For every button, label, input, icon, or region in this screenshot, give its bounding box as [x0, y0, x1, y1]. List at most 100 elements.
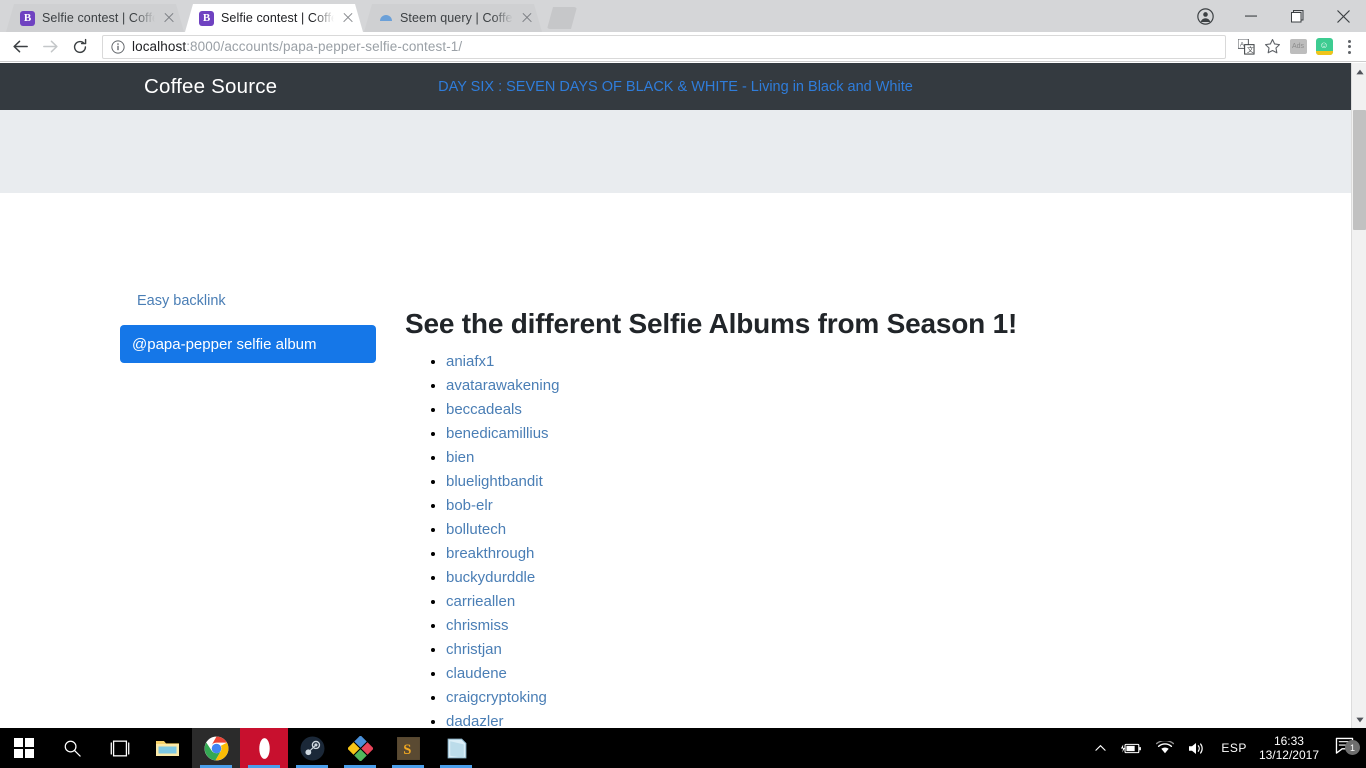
close-tab-icon[interactable] [162, 11, 176, 25]
album-link[interactable]: beccadeals [446, 401, 522, 418]
album-link[interactable]: chrismiss [446, 617, 509, 634]
browser-window: B Selfie contest | Coffee So B Selfie co… [0, 0, 1366, 728]
steam-icon [300, 736, 324, 760]
windows-logo-icon [14, 738, 34, 758]
clock[interactable]: 16:33 13/12/2017 [1255, 734, 1329, 762]
wifi-icon[interactable] [1149, 741, 1181, 755]
scroll-down-icon[interactable] [1352, 711, 1366, 728]
profile-icon[interactable] [1182, 0, 1228, 32]
language-indicator[interactable]: ESP [1213, 741, 1255, 755]
loading-spinner-icon [378, 11, 393, 26]
album-link[interactable]: aniafx1 [446, 353, 494, 370]
easy-backlink-label[interactable]: Easy backlink [137, 293, 376, 309]
bootstrap-b-icon: B [20, 10, 35, 26]
tab-title: Selfie contest | Coffee So [221, 11, 334, 25]
album-link[interactable]: bob-elr [446, 497, 493, 514]
notepad-icon [447, 738, 466, 758]
list-item: christjan [446, 638, 1311, 662]
search-button[interactable] [48, 728, 96, 768]
scrollbar-thumb[interactable] [1353, 110, 1366, 230]
album-button[interactable]: @papa-pepper selfie album [120, 325, 376, 363]
album-link[interactable]: bluelightbandit [446, 473, 543, 490]
svg-text:文: 文 [1246, 45, 1253, 54]
task-view-button[interactable] [96, 728, 144, 768]
list-item: bluelightbandit [446, 470, 1311, 494]
main-column: See the different Selfie Albums from Sea… [405, 308, 1311, 728]
minimize-icon[interactable] [1228, 0, 1274, 32]
album-link[interactable]: benedicamillius [446, 425, 549, 442]
chevron-up-icon[interactable] [1088, 744, 1113, 752]
sublime-text-icon: S [396, 736, 420, 760]
url-text: localhost:8000/accounts/papa-pepper-self… [132, 39, 462, 54]
notification-icon[interactable]: 1 [1329, 737, 1366, 759]
info-circle-icon [111, 39, 125, 54]
translate-icon[interactable]: A文 [1234, 35, 1258, 59]
notepad-app[interactable] [432, 728, 480, 768]
album-link[interactable]: christjan [446, 641, 502, 658]
album-link[interactable]: avatarawakening [446, 377, 559, 394]
notification-count: 1 [1345, 740, 1360, 755]
album-link[interactable]: claudene [446, 665, 507, 682]
site-brand[interactable]: Coffee Source [144, 75, 277, 99]
reload-icon[interactable] [66, 33, 94, 61]
google-chrome[interactable] [192, 728, 240, 768]
browser-tab-3[interactable]: Steem query | Coffee Sou [364, 4, 542, 32]
file-explorer[interactable] [144, 728, 192, 768]
page-title: See the different Selfie Albums from Sea… [405, 308, 1018, 339]
star-icon[interactable] [1260, 35, 1284, 59]
browser-toolbar: localhost:8000/accounts/papa-pepper-self… [0, 32, 1366, 62]
battery-charging-icon[interactable] [1113, 742, 1149, 755]
list-item: bollutech [446, 518, 1311, 542]
three-dot-menu-icon[interactable] [1338, 39, 1360, 54]
system-tray: ESP 16:33 13/12/2017 1 [1088, 728, 1366, 768]
forward-arrow-icon [36, 33, 64, 61]
list-item: avatarawakening [446, 374, 1311, 398]
list-item: craigcryptoking [446, 686, 1311, 710]
extension-icon[interactable]: Ads [1286, 35, 1310, 59]
address-bar[interactable]: localhost:8000/accounts/papa-pepper-self… [102, 34, 1226, 59]
close-tab-icon[interactable] [520, 11, 534, 25]
album-list: aniafx1 avatarawakening beccadeals benedica… [405, 350, 1311, 728]
album-link[interactable]: breakthrough [446, 545, 534, 562]
list-item: bien [446, 446, 1311, 470]
sublime-text[interactable]: S [384, 728, 432, 768]
album-link[interactable]: bollutech [446, 521, 506, 538]
list-item: bob-elr [446, 494, 1311, 518]
smiley-extension-icon[interactable]: ☺ [1312, 35, 1336, 59]
list-item: claudene [446, 662, 1311, 686]
svg-text:S: S [403, 742, 411, 758]
clock-time: 16:33 [1273, 734, 1304, 748]
album-link[interactable]: carrieallen [446, 593, 515, 610]
opera-browser[interactable] [240, 728, 288, 768]
browser-tab-1[interactable]: B Selfie contest | Coffee So [6, 4, 184, 32]
url-host: localhost [132, 39, 187, 54]
chrome-icon [204, 736, 228, 760]
scroll-up-icon[interactable] [1352, 63, 1366, 80]
list-item: benedicamillius [446, 422, 1311, 446]
album-link[interactable]: craigcryptoking [446, 689, 547, 706]
start-button[interactable] [0, 728, 48, 768]
opera-icon [252, 736, 276, 760]
maximize-icon[interactable] [1274, 0, 1320, 32]
task-view-icon [110, 740, 130, 756]
close-icon[interactable] [1320, 0, 1366, 32]
list-item: beccadeals [446, 398, 1311, 422]
volume-icon[interactable] [1181, 741, 1213, 756]
clock-date: 13/12/2017 [1258, 748, 1319, 762]
steam[interactable] [288, 728, 336, 768]
album-link[interactable]: buckydurddle [446, 569, 535, 586]
album-link[interactable]: dadazler [446, 713, 504, 728]
back-arrow-icon[interactable] [6, 33, 34, 61]
tab-title: Selfie contest | Coffee So [42, 11, 155, 25]
app-diamond[interactable] [336, 728, 384, 768]
new-tab-button[interactable] [547, 7, 577, 29]
windows-taskbar: S ESP 16:33 13/12/2017 1 [0, 728, 1366, 768]
page-content: papa-pepper DAY SIX : SEVEN DAYS OF BLAC… [0, 63, 1351, 728]
list-item: dadazler [446, 710, 1311, 728]
page-scrollbar[interactable] [1351, 63, 1366, 728]
browser-tab-2[interactable]: B Selfie contest | Coffee So [185, 4, 363, 32]
album-link[interactable]: bien [446, 449, 474, 466]
close-tab-icon[interactable] [341, 11, 355, 25]
diamond-app-icon [347, 735, 373, 761]
sidebar: Easy backlink @papa-pepper selfie album [120, 293, 376, 363]
